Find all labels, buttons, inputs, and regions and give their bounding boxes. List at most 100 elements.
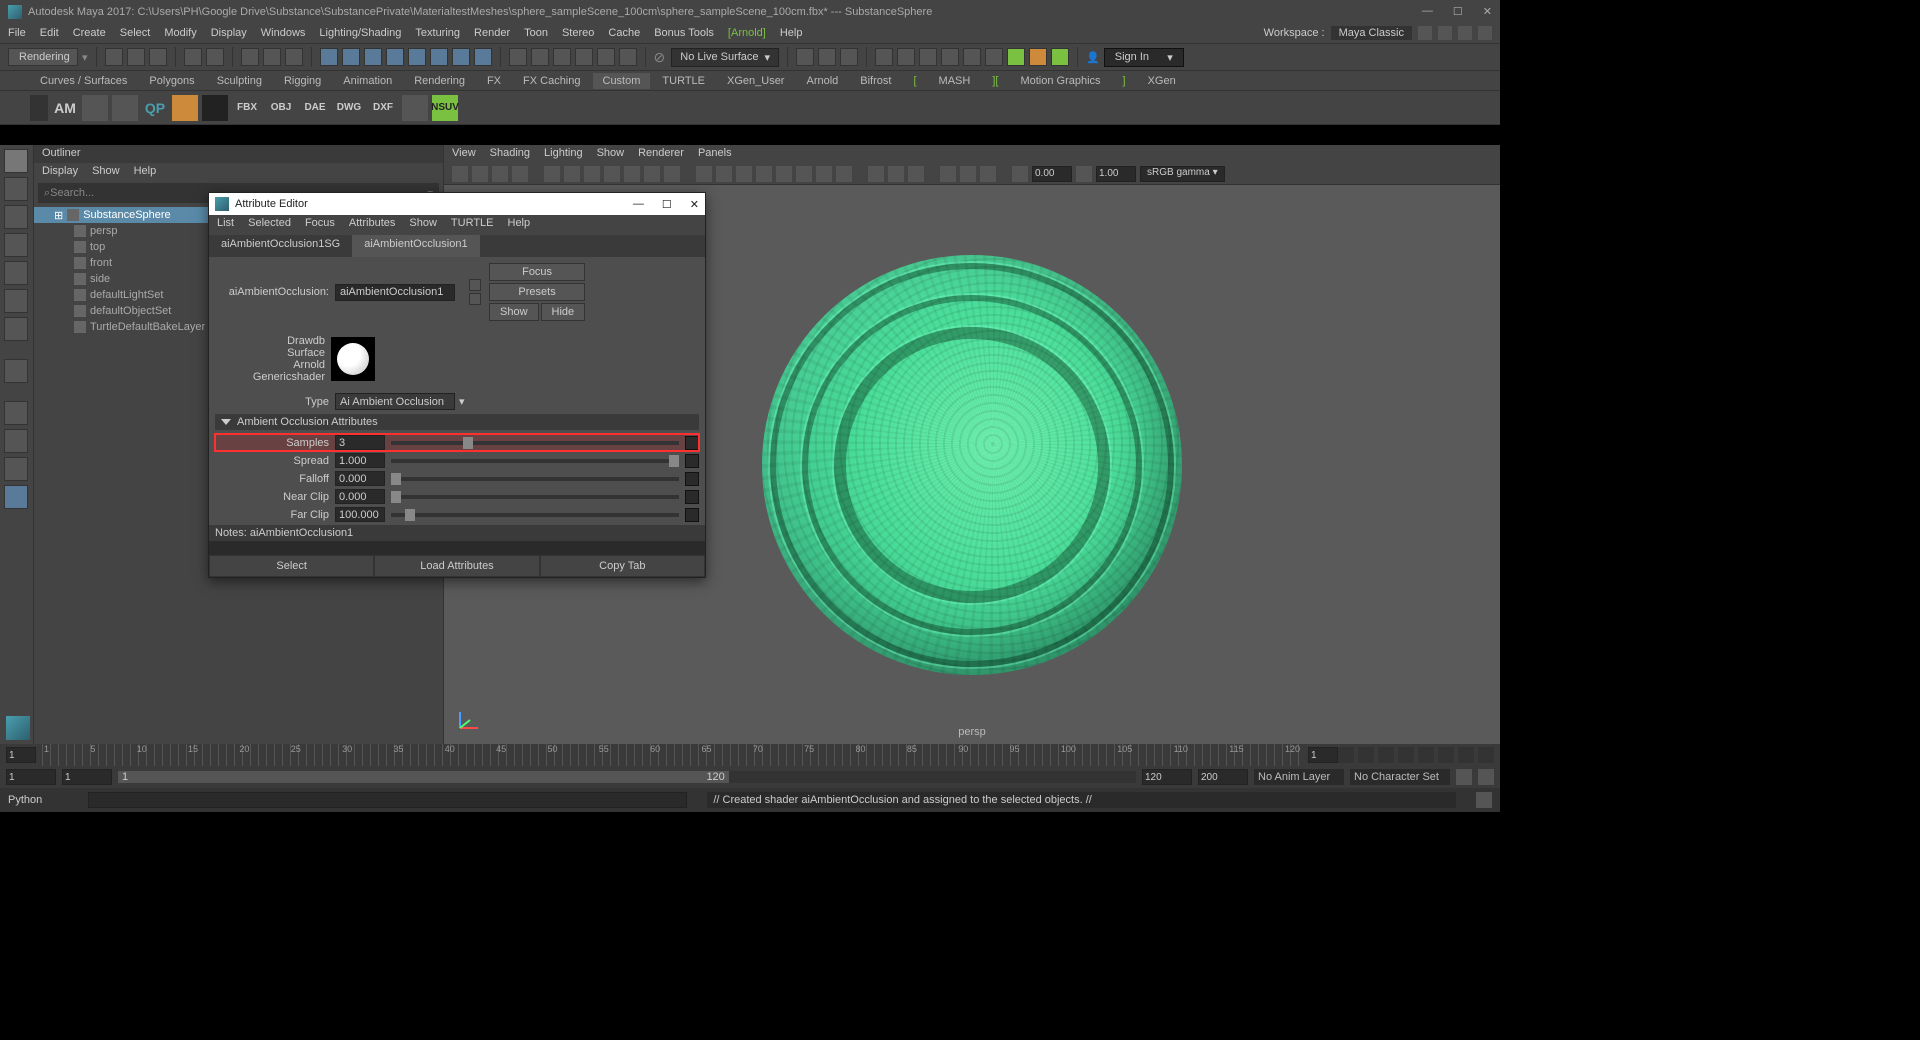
menu-create[interactable]: Create <box>73 27 106 39</box>
vtool-far-input[interactable] <box>1096 166 1136 182</box>
vtool-isolate-icon[interactable] <box>776 166 792 182</box>
menu-windows[interactable]: Windows <box>261 27 306 39</box>
live-surface[interactable]: No Live Surface▾ <box>671 48 779 67</box>
ae-tab-shader[interactable]: aiAmbientOcclusion1 <box>352 235 479 257</box>
time-slider[interactable]: 1510 152025 303540 455055 606570 758085 … <box>0 744 1500 766</box>
mask-deform-icon[interactable] <box>408 48 426 66</box>
timeline-ticks[interactable]: 1510 152025 303540 455055 606570 758085 … <box>42 744 1302 766</box>
shelf-tab-curves[interactable]: Curves / Surfaces <box>30 73 137 89</box>
module-selector[interactable]: Rendering <box>8 48 78 66</box>
attreditor-icon[interactable] <box>1458 26 1472 40</box>
shelf-tab-motiongraphics[interactable]: Motion Graphics <box>1010 73 1110 89</box>
range-playend-input[interactable] <box>1142 769 1192 785</box>
shelf-toggle-icon[interactable] <box>30 95 48 121</box>
shelf-tab-sculpting[interactable]: Sculpting <box>207 73 272 89</box>
layout-outliner-icon[interactable] <box>4 485 28 509</box>
range-track[interactable]: 1120 <box>118 771 1136 783</box>
new-scene-icon[interactable] <box>105 48 123 66</box>
menu-bonus[interactable]: Bonus Tools <box>654 27 714 39</box>
ae-maximize-icon[interactable]: ☐ <box>662 198 672 211</box>
maximize-icon[interactable]: ☐ <box>1453 5 1463 18</box>
ae-falloff-connect-icon[interactable] <box>685 472 699 486</box>
shelf-tab-bifrost[interactable]: Bifrost <box>850 73 901 89</box>
ae-falloff-input[interactable] <box>335 471 385 486</box>
charset-dropdown[interactable]: No Character Set <box>1350 769 1450 785</box>
channelbox-icon[interactable] <box>1418 26 1432 40</box>
menu-render[interactable]: Render <box>474 27 510 39</box>
scale-tool-icon[interactable] <box>4 289 28 313</box>
time-current-input[interactable] <box>1308 747 1338 763</box>
ae-menu-help[interactable]: Help <box>508 217 531 233</box>
redo-icon[interactable] <box>206 48 224 66</box>
goto-start-icon[interactable] <box>1338 747 1354 763</box>
vtool-select-camera-icon[interactable] <box>452 166 468 182</box>
menu-toon[interactable]: Toon <box>524 27 548 39</box>
range-start-input[interactable] <box>6 769 56 785</box>
vmenu-view[interactable]: View <box>452 147 476 161</box>
chevron-down-icon[interactable]: ▾ <box>459 395 465 408</box>
shelf-tab-arnold[interactable]: Arnold <box>796 73 848 89</box>
shelf-tab-custom[interactable]: Custom <box>593 73 651 89</box>
vtool-aa-icon[interactable] <box>868 166 884 182</box>
shelf-settings-icon[interactable] <box>202 95 228 121</box>
vtool-dof-icon[interactable] <box>888 166 904 182</box>
move-tool-icon[interactable] <box>4 233 28 257</box>
layout-persp-icon[interactable] <box>4 429 28 453</box>
ae-samples-slider[interactable] <box>391 441 679 445</box>
shelf-tab-turtle[interactable]: TURTLE <box>652 73 715 89</box>
vtool-grid-icon[interactable] <box>544 166 560 182</box>
shelf-torus-icon[interactable] <box>112 95 138 121</box>
shelf-tab-fxcaching[interactable]: FX Caching <box>513 73 590 89</box>
layout-single-icon[interactable] <box>4 359 28 383</box>
ae-menu-turtle[interactable]: TURTLE <box>451 217 494 233</box>
ae-menu-focus[interactable]: Focus <box>305 217 335 233</box>
vtool-near-icon[interactable] <box>1012 166 1028 182</box>
ae-nearclip-connect-icon[interactable] <box>685 490 699 504</box>
script-editor-icon[interactable] <box>1476 792 1492 808</box>
vtool-lights-icon[interactable] <box>736 166 752 182</box>
vmenu-shading[interactable]: Shading <box>490 147 530 161</box>
vtool-field-chart-icon[interactable] <box>624 166 640 182</box>
vtool-safe-action-icon[interactable] <box>644 166 660 182</box>
shelf-qp-icon[interactable]: QP <box>142 95 168 121</box>
select-object-icon[interactable] <box>263 48 281 66</box>
menu-modify[interactable]: Modify <box>164 27 196 39</box>
ae-spread-slider[interactable] <box>391 459 679 463</box>
modelingtoolkit-icon[interactable] <box>1478 26 1492 40</box>
hypershade-icon[interactable] <box>941 48 959 66</box>
ae-farclip-slider[interactable] <box>391 513 679 517</box>
ae-hide-button[interactable]: Hide <box>541 303 586 321</box>
ae-spread-connect-icon[interactable] <box>685 454 699 468</box>
mask-joint-icon[interactable] <box>342 48 360 66</box>
script-lang-dropdown[interactable]: Python <box>8 794 68 806</box>
rotate-tool-icon[interactable] <box>4 261 28 285</box>
ae-nearclip-slider[interactable] <box>391 495 679 499</box>
viewport-mesh[interactable] <box>762 255 1182 675</box>
vtool-smooth-icon[interactable] <box>716 166 732 182</box>
shelf-tab-xgenuser[interactable]: XGen_User <box>717 73 794 89</box>
ae-type-dropdown[interactable]: Ai Ambient Occlusion <box>335 393 455 410</box>
autokey-icon[interactable] <box>1456 769 1472 785</box>
shelf-fbx-icon[interactable]: FBX <box>232 95 262 121</box>
ae-load-attrs-button[interactable]: Load Attributes <box>374 555 539 577</box>
vtool-image-plane-icon[interactable] <box>512 166 528 182</box>
ae-nearclip-input[interactable] <box>335 489 385 504</box>
workspace-dropdown[interactable]: Maya Classic <box>1331 26 1412 40</box>
shelf-obj-icon[interactable]: OBJ <box>266 95 296 121</box>
shelf-tab-polygons[interactable]: Polygons <box>139 73 204 89</box>
step-back-key-icon[interactable] <box>1358 747 1374 763</box>
mask-dynamics-icon[interactable] <box>430 48 448 66</box>
ae-show-button[interactable]: Show <box>489 303 539 321</box>
lock-icon[interactable] <box>509 48 527 66</box>
pause-icon[interactable] <box>1051 48 1069 66</box>
layout-split-icon[interactable] <box>4 457 28 481</box>
shelf-tab-xgen[interactable]: XGen <box>1138 73 1186 89</box>
vtool-res-gate-icon[interactable] <box>584 166 600 182</box>
vtool-textured-icon[interactable] <box>836 166 852 182</box>
rendersetup-icon[interactable] <box>963 48 981 66</box>
ae-falloff-slider[interactable] <box>391 477 679 481</box>
lasttool-icon[interactable] <box>4 317 28 341</box>
ae-spread-input[interactable] <box>335 453 385 468</box>
ae-select-button[interactable]: Select <box>209 555 374 577</box>
ae-go-downstream-icon[interactable] <box>469 293 481 305</box>
